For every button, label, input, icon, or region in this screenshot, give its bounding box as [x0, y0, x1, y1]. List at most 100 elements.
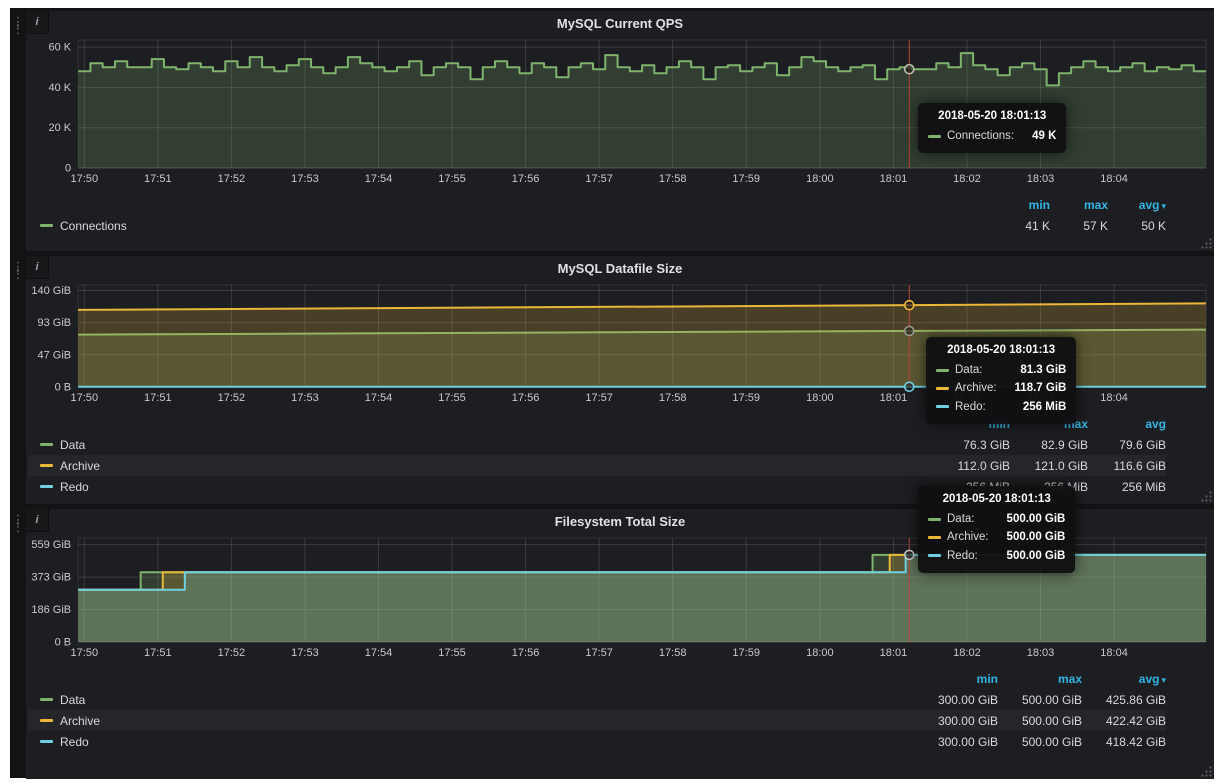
legend-row: Data76.3 GiB82.9 GiB79.6 GiB [28, 434, 1166, 455]
legend-sort-max[interactable]: max [998, 672, 1082, 686]
svg-text:18:01: 18:01 [880, 392, 908, 404]
svg-text:17:57: 17:57 [585, 647, 613, 659]
svg-text:17:57: 17:57 [585, 392, 613, 404]
panel-title[interactable]: MySQL Datafile Size [28, 256, 1212, 279]
legend-header-row: minmaxavg▾ [28, 668, 1166, 689]
panel-legend: minmaxavg▾Data300.00 GiB500.00 GiB425.86… [28, 668, 1212, 752]
legend-sort-avg[interactable]: avg▾ [1108, 198, 1166, 212]
legend-series-name[interactable]: Redo [60, 735, 89, 749]
tooltip-series-value: 81.3 GiB [1002, 361, 1066, 379]
legend-sort-avg[interactable]: avg [1088, 417, 1166, 431]
panel-resize-grip[interactable] [1200, 490, 1212, 502]
series-color-dash-icon [928, 518, 941, 521]
svg-text:40 K: 40 K [48, 82, 71, 94]
legend-series: Redo [40, 480, 932, 494]
svg-text:17:54: 17:54 [365, 173, 393, 185]
panel-drag-handle[interactable]: ⋮ ⋮ [10, 256, 26, 504]
svg-text:17:50: 17:50 [71, 173, 99, 185]
svg-text:18:00: 18:00 [806, 392, 834, 404]
svg-text:0: 0 [65, 163, 71, 175]
legend-sort-avg[interactable]: avg▾ [1082, 672, 1166, 686]
tooltip-series-label: Archive: [947, 528, 989, 546]
series-color-dash-icon [40, 485, 53, 488]
legend-row: Archive112.0 GiB121.0 GiB116.6 GiB [28, 455, 1166, 476]
series-color-dash-icon [936, 369, 949, 372]
tooltip-series-row: Archive:500.00 GiB [928, 528, 1065, 546]
svg-text:17:52: 17:52 [218, 173, 246, 185]
tooltip-series-row: Data: 500.00 GiB [928, 510, 1065, 528]
legend-sort-min[interactable]: min [992, 198, 1050, 212]
svg-text:47 GiB: 47 GiB [37, 349, 71, 361]
legend-max-value: 500.00 GiB [998, 693, 1082, 707]
legend-avg-value: 50 K [1108, 219, 1166, 233]
panel-info-icon[interactable]: i [26, 509, 49, 532]
legend-series-name[interactable]: Data [60, 693, 85, 707]
series-color-dash-icon [40, 719, 53, 722]
svg-text:186 GiB: 186 GiB [31, 604, 71, 616]
panel-info-icon[interactable]: i [26, 11, 49, 34]
svg-text:17:53: 17:53 [291, 392, 319, 404]
svg-text:17:53: 17:53 [291, 173, 319, 185]
legend-series-name[interactable]: Archive [60, 459, 100, 473]
tooltip-series-label: Connections: [947, 127, 1014, 145]
svg-text:0 B: 0 B [55, 382, 72, 394]
svg-text:60 K: 60 K [48, 42, 71, 54]
resize-grip-icon [1200, 237, 1212, 249]
panel-drag-handle[interactable]: ⋮ ⋮ [10, 11, 26, 251]
panel-drag-handle[interactable]: ⋮ ⋮ [10, 509, 26, 779]
series-color-dash-icon [40, 443, 53, 446]
legend-avg-value: 425.86 GiB [1082, 693, 1166, 707]
svg-text:17:52: 17:52 [218, 647, 246, 659]
sort-caret-icon: ▾ [1161, 201, 1166, 211]
legend-sort-max[interactable]: max [1050, 198, 1108, 212]
series-color-dash-icon [40, 740, 53, 743]
tooltip-series-value: 500.00 GiB [989, 510, 1066, 528]
svg-text:18:03: 18:03 [1027, 647, 1055, 659]
panel-info-icon[interactable]: i [26, 256, 49, 279]
legend-series-name[interactable]: Archive [60, 714, 100, 728]
tooltip-series-row: Redo:256 MiB [936, 398, 1066, 416]
tooltip-series-value: 500.00 GiB [989, 547, 1066, 565]
svg-text:17:56: 17:56 [512, 173, 540, 185]
series-color-dash-icon [928, 536, 941, 539]
tooltip-series-value: 49 K [1014, 127, 1056, 145]
legend-row: Data300.00 GiB500.00 GiB425.86 GiB [28, 689, 1166, 710]
legend-min-value: 112.0 GiB [932, 459, 1010, 473]
legend-series-name[interactable]: Redo [60, 480, 89, 494]
series-color-dash-icon [40, 698, 53, 701]
tooltip-timestamp: 2018-05-20 18:01:13 [936, 344, 1066, 356]
tooltip-series-row: Data:81.3 GiB [936, 361, 1066, 379]
info-icon: i [35, 16, 38, 28]
legend-series-name[interactable]: Data [60, 438, 85, 452]
svg-text:18:02: 18:02 [953, 647, 981, 659]
tooltip-series-row: Redo:500.00 GiB [928, 547, 1065, 565]
drag-dots-icon: ⋮ [12, 25, 25, 32]
panel-title[interactable]: MySQL Current QPS [28, 11, 1212, 34]
panel-resize-grip[interactable] [1200, 237, 1212, 249]
tooltip-series-value: 118.7 GiB [997, 379, 1067, 397]
legend-series: Redo [40, 735, 914, 749]
sort-caret-icon: ▾ [1161, 675, 1166, 685]
svg-text:559 GiB: 559 GiB [31, 539, 71, 551]
tooltip-series-label: Data: [947, 510, 975, 528]
graph-tooltip: 2018-05-20 18:01:13 Data:81.3 GiBArchive… [926, 337, 1076, 424]
legend-max-value: 57 K [1050, 219, 1108, 233]
svg-text:17:58: 17:58 [659, 647, 687, 659]
legend-sort-min[interactable]: min [914, 672, 998, 686]
svg-text:93 GiB: 93 GiB [37, 317, 71, 329]
svg-text:17:50: 17:50 [71, 392, 99, 404]
series-color-dash-icon [40, 224, 53, 227]
legend-min-value: 41 K [992, 219, 1050, 233]
svg-text:18:02: 18:02 [953, 173, 981, 185]
legend-row: Connections 41 K57 K50 K [28, 215, 1166, 236]
legend-series-name[interactable]: Connections [60, 219, 127, 233]
svg-text:17:59: 17:59 [732, 173, 760, 185]
tooltip-series-label: Redo: [955, 398, 986, 416]
series-color-dash-icon [928, 135, 941, 138]
tooltip-timestamp: 2018-05-20 18:01:13 [928, 110, 1056, 122]
resize-grip-icon [1200, 765, 1212, 777]
legend-max-value: 121.0 GiB [1010, 459, 1088, 473]
svg-text:17:59: 17:59 [732, 647, 760, 659]
panel-resize-grip[interactable] [1200, 765, 1212, 777]
svg-text:18:00: 18:00 [806, 647, 834, 659]
